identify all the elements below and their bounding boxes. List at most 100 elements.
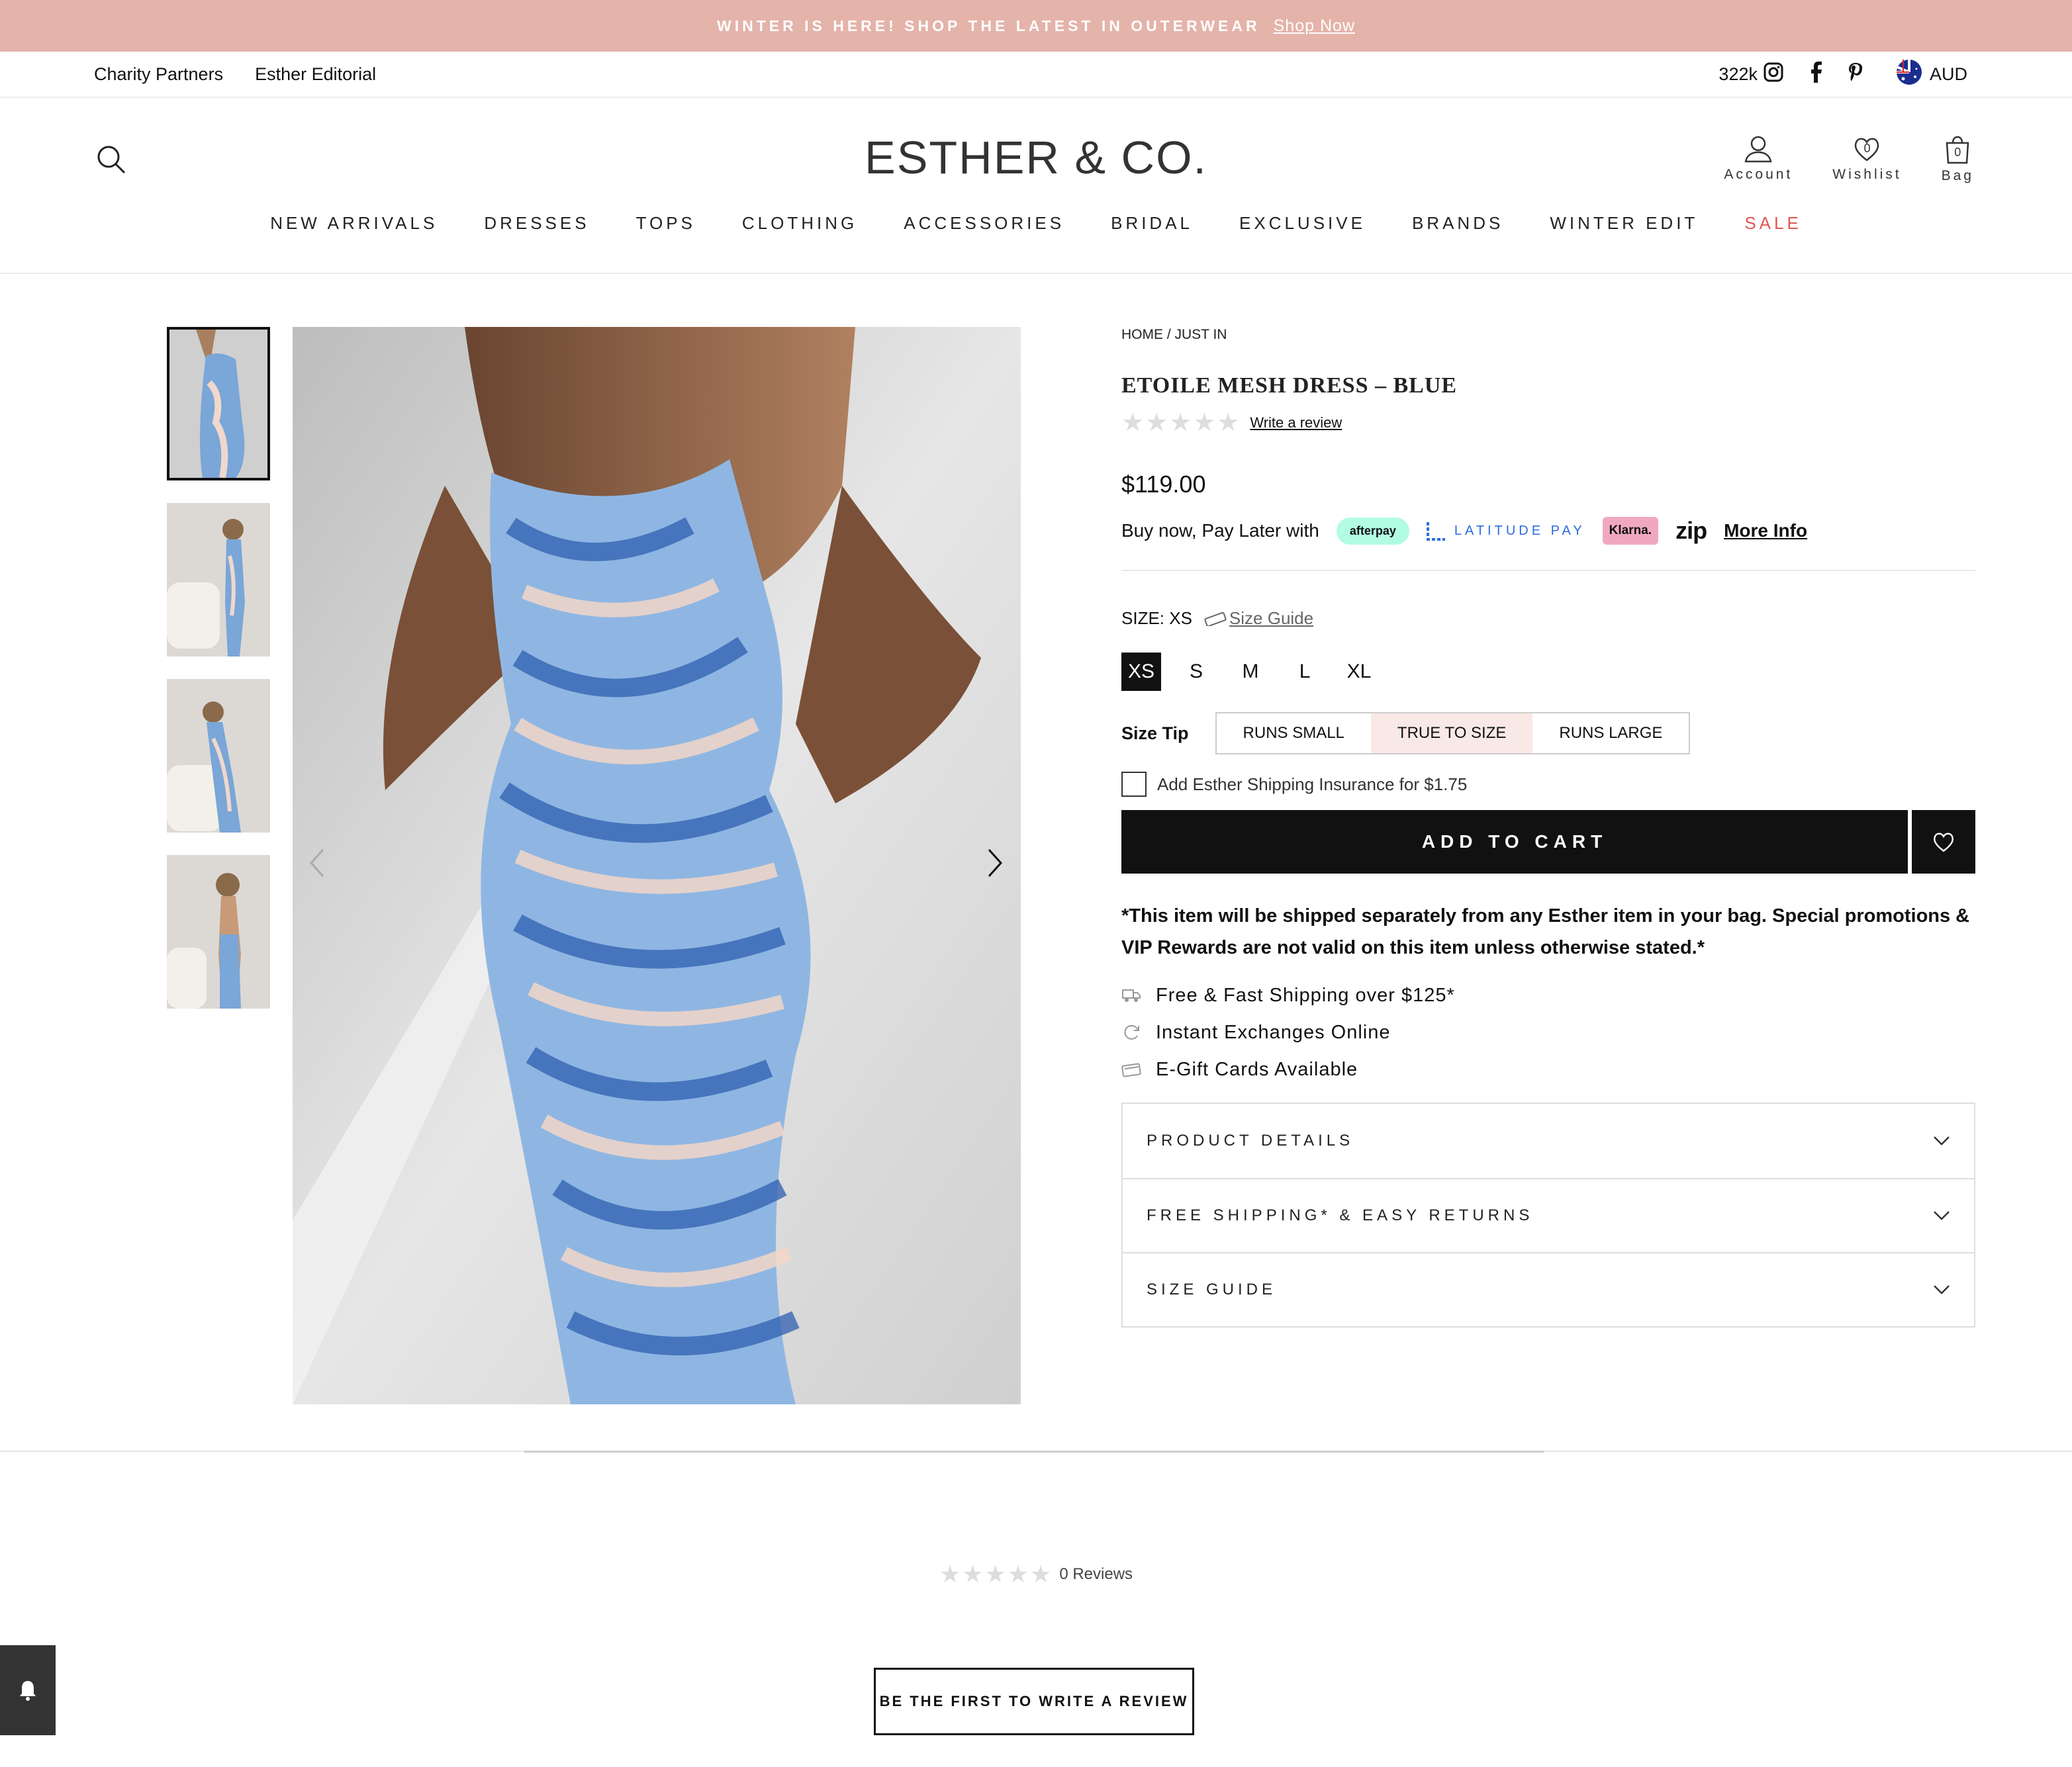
chevron-right-icon[interactable]: [986, 847, 1004, 882]
perk-exchanges-text: Instant Exchanges Online: [1156, 1021, 1391, 1043]
refresh-icon: [1124, 1024, 1139, 1040]
chevron-down-icon: [1934, 1211, 1950, 1220]
shipping-note: *This item will be shipped separately fr…: [1121, 905, 1970, 958]
perks-list: Free & Fast Shipping over $125* Instant …: [1121, 977, 1975, 1088]
reviews-count: 0 Reviews: [1059, 1565, 1133, 1583]
rating-row: ★★★★★ Write a review: [1121, 408, 1975, 437]
accordion-size-guide[interactable]: SIZE GUIDE: [1123, 1252, 1974, 1326]
bnpl-text: Buy now, Pay Later with: [1121, 520, 1319, 541]
nav-accessories[interactable]: ACCESSORIES: [904, 213, 1064, 234]
gift-card-icon: [1121, 1063, 1141, 1077]
rating-stars: ★★★★★: [1121, 409, 1241, 437]
accordion-shipping-returns[interactable]: FREE SHIPPING* & EASY RETURNS: [1123, 1178, 1974, 1252]
facebook-icon[interactable]: [1809, 61, 1822, 87]
size-option-s[interactable]: S: [1177, 653, 1215, 691]
size-tip-row: Size Tip RUNS SMALL TRUE TO SIZE RUNS LA…: [1121, 712, 1975, 754]
utility-bar: Charity Partners Esther Editorial 322k A…: [0, 52, 2072, 98]
thumbnail-gallery: [167, 327, 270, 1031]
nav-new-arrivals[interactable]: NEW ARRIVALS: [270, 213, 438, 234]
perk-gift-cards-text: E-Gift Cards Available: [1156, 1058, 1358, 1080]
size-options: XS S M L XL: [1121, 653, 1975, 691]
pinterest-icon[interactable]: [1848, 62, 1863, 87]
latitude-text: LATITUDE PAY: [1454, 523, 1585, 538]
size-row: SIZE: XS Size Guide: [1121, 608, 1975, 629]
size-option-xs[interactable]: XS: [1121, 653, 1162, 691]
accordion-product-details-label: PRODUCT DETAILS: [1147, 1132, 1354, 1150]
add-to-wishlist-button[interactable]: [1912, 810, 1975, 874]
write-review-link[interactable]: Write a review: [1250, 414, 1342, 431]
size-tip-runs-large: RUNS LARGE: [1559, 724, 1663, 742]
shipping-insurance-label: Add Esther Shipping Insurance for $1.75: [1157, 774, 1468, 794]
add-to-cart-button[interactable]: ADD TO CART: [1121, 810, 1908, 874]
nav-dresses[interactable]: DRESSES: [484, 213, 589, 234]
shop-now-link[interactable]: Shop Now: [1274, 17, 1355, 36]
perk-exchanges: Instant Exchanges Online: [1121, 1014, 1975, 1051]
australia-flag-icon[interactable]: [1896, 59, 1922, 89]
shipping-insurance-row: Add Esther Shipping Insurance for $1.75: [1121, 772, 1975, 797]
nav-tops[interactable]: TOPS: [636, 213, 696, 234]
shipping-insurance-checkbox[interactable]: [1121, 772, 1147, 797]
product-info: HOME / JUST IN ETOILE MESH DRESS – BLUE …: [1121, 327, 1975, 1328]
nav-sale[interactable]: SALE: [1744, 213, 1802, 234]
write-first-review-button[interactable]: BE THE FIRST TO WRITE A REVIEW: [874, 1668, 1194, 1735]
nav-winter-edit[interactable]: WINTER EDIT: [1550, 213, 1698, 234]
wishlist-count: 0: [1863, 142, 1871, 155]
nav-brands[interactable]: BRANDS: [1412, 213, 1503, 234]
announcement-text: WINTER IS HERE! SHOP THE LATEST IN OUTER…: [717, 17, 1260, 34]
latitude-pay-logo: LATITUDE PAY: [1426, 521, 1585, 541]
afterpay-logo: afterpay: [1336, 517, 1409, 545]
announcement-bar: WINTER IS HERE! SHOP THE LATEST IN OUTER…: [0, 0, 2072, 52]
nav-clothing[interactable]: CLOTHING: [742, 213, 857, 234]
latitude-icon: [1426, 522, 1445, 541]
thumbnail-3[interactable]: [167, 679, 270, 833]
nav-exclusive[interactable]: EXCLUSIVE: [1239, 213, 1366, 234]
bag-count: 0: [1954, 146, 1961, 159]
account-icon: [1744, 136, 1772, 163]
currency-selector[interactable]: AUD: [1930, 64, 1967, 85]
ruler-icon: [1204, 612, 1227, 626]
follower-count: 322k: [1719, 64, 1758, 84]
size-tip-label: Size Tip: [1121, 723, 1189, 743]
perk-gift-cards: E-Gift Cards Available: [1121, 1051, 1975, 1088]
heart-icon: [1934, 833, 1954, 852]
notification-button[interactable]: [0, 1645, 56, 1735]
truck-icon: [1122, 989, 1141, 1002]
main-product-image[interactable]: [293, 327, 1021, 1404]
accordion-product-details[interactable]: PRODUCT DETAILS: [1123, 1104, 1974, 1178]
product-title: ETOILE MESH DRESS – BLUE: [1121, 373, 1458, 398]
selected-size-label: SIZE: XS: [1121, 608, 1192, 628]
esther-editorial-link[interactable]: Esther Editorial: [255, 64, 376, 85]
size-tip-scale: RUNS SMALL TRUE TO SIZE RUNS LARGE: [1215, 712, 1691, 754]
bag-label: Bag: [1941, 168, 1974, 183]
size-tip-true-to-size: TRUE TO SIZE: [1370, 713, 1533, 753]
size-guide-link[interactable]: Size Guide: [1229, 608, 1313, 629]
klarna-logo: Klarna.: [1602, 517, 1659, 545]
perk-shipping: Free & Fast Shipping over $125*: [1121, 977, 1975, 1014]
nav-bridal[interactable]: BRIDAL: [1111, 213, 1193, 234]
size-option-m[interactable]: M: [1231, 653, 1270, 691]
zip-logo: zip: [1675, 517, 1707, 544]
perk-shipping-text: Free & Fast Shipping over $125*: [1156, 984, 1455, 1006]
charity-partners-link[interactable]: Charity Partners: [94, 64, 223, 85]
breadcrumb[interactable]: HOME / JUST IN: [1121, 327, 1975, 343]
chevron-down-icon: [1934, 1136, 1950, 1146]
thumbnail-2[interactable]: [167, 503, 270, 657]
thumbnail-1[interactable]: [167, 327, 270, 480]
bnpl-row: Buy now, Pay Later with afterpay LATITUD…: [1121, 517, 1975, 571]
chevron-left-icon[interactable]: [308, 847, 326, 882]
accordion-shipping-returns-label: FREE SHIPPING* & EASY RETURNS: [1147, 1206, 1534, 1224]
instagram-icon[interactable]: [1763, 62, 1784, 87]
account-label: Account: [1724, 167, 1793, 182]
reviews-stars: ★★★★★: [939, 1561, 1053, 1588]
chevron-down-icon: [1934, 1285, 1950, 1294]
thumbnail-4[interactable]: [167, 855, 270, 1009]
size-option-l[interactable]: L: [1286, 653, 1324, 691]
bag-button[interactable]: 0 Bag: [1942, 135, 1974, 184]
bell-icon: [20, 1681, 36, 1701]
size-option-xl[interactable]: XL: [1340, 653, 1378, 691]
wishlist-button[interactable]: 0 Wishlist: [1832, 135, 1901, 184]
more-info-link[interactable]: More Info: [1724, 520, 1807, 541]
reviews-summary: ★★★★★ 0 Reviews: [0, 1561, 2072, 1588]
account-button[interactable]: Account: [1724, 135, 1793, 184]
main-nav: NEW ARRIVALS DRESSES TOPS CLOTHING ACCES…: [0, 213, 2072, 234]
